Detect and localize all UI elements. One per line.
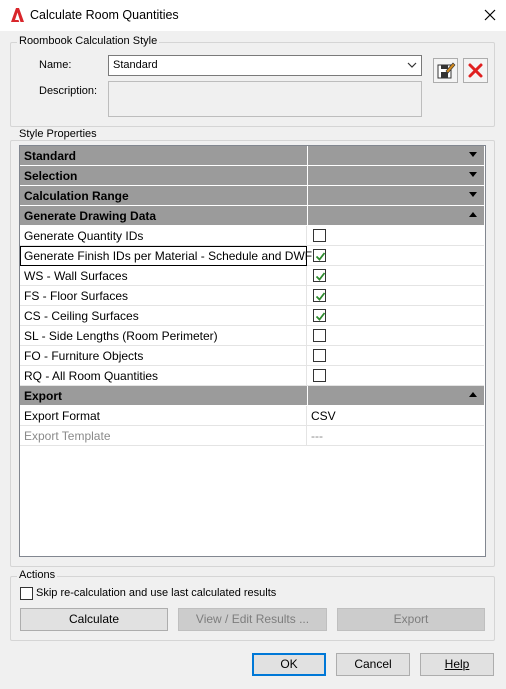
expand-down-icon[interactable] [469,192,477,198]
checkbox[interactable] [313,309,326,322]
export-button[interactable]: Export [337,608,485,631]
property-row-name[interactable]: FO - Furniture Objects [20,346,307,366]
save-edit-icon [437,62,456,79]
checkbox[interactable] [313,289,326,302]
title-bar: Calculate Room Quantities [0,0,506,31]
cancel-button[interactable]: Cancel [336,653,410,676]
skip-recalculation-checkbox[interactable] [20,587,33,600]
category-selection[interactable]: Selection [20,166,484,186]
checkmark-icon [315,272,326,281]
expand-down-icon[interactable] [469,152,477,158]
property-row-value[interactable] [307,246,484,266]
checkbox[interactable] [313,269,326,282]
property-row-value[interactable] [307,266,484,286]
checkmark-icon [315,252,326,261]
style-group-label: Roombook Calculation Style [17,35,160,47]
properties-group-label: Style Properties [17,128,99,140]
property-grid[interactable]: Standard Selection Calculation Range Gen… [19,145,486,557]
expand-down-icon[interactable] [469,172,477,178]
checkbox[interactable] [313,249,326,262]
collapse-up-icon[interactable] [469,392,477,398]
collapse-up-icon[interactable] [469,212,477,218]
property-row-value[interactable] [307,366,484,386]
column-divider [307,386,308,406]
property-row-name[interactable]: Generate Quantity IDs [20,226,307,246]
column-divider [307,186,308,206]
category-export[interactable]: Export [20,386,484,406]
style-name-combobox[interactable]: Standard [108,55,422,76]
property-row-value[interactable] [307,226,484,246]
calculate-button[interactable]: Calculate [20,608,168,631]
checkbox[interactable] [313,229,326,242]
actions-group-label: Actions [17,569,58,581]
category-label: Export [24,389,63,403]
style-name-value: Standard [113,59,158,71]
property-row-value-disabled: --- [307,426,484,446]
column-divider [307,166,308,186]
property-row-value[interactable] [307,286,484,306]
property-row-name[interactable]: CS - Ceiling Surfaces [20,306,307,326]
description-field [108,81,422,117]
category-label: Generate Drawing Data [24,209,157,223]
property-row-value[interactable] [307,346,484,366]
property-row-name[interactable]: FS - Floor Surfaces [20,286,307,306]
autocad-a-icon [9,7,25,23]
checkbox[interactable] [313,329,326,342]
property-row-name[interactable]: Export Format [20,406,307,426]
edit-style-button[interactable] [433,58,458,83]
window-title: Calculate Room Quantities [30,8,179,22]
property-row-name-selected[interactable]: Generate Finish IDs per Material - Sched… [20,246,312,266]
property-row-name[interactable]: RQ - All Room Quantities [20,366,307,386]
category-calculation-range[interactable]: Calculation Range [20,186,484,206]
help-button[interactable]: Help [420,653,494,676]
checkmark-icon [315,292,326,301]
checkmark-icon [315,312,326,321]
view-edit-results-button[interactable]: View / Edit Results ... [178,608,327,631]
category-label: Selection [24,169,78,183]
column-divider [307,206,308,226]
category-standard[interactable]: Standard [20,146,484,166]
category-label: Calculation Range [24,189,129,203]
skip-recalculation-label[interactable]: Skip re-calculation and use last calcula… [36,587,276,599]
property-row-name[interactable]: WS - Wall Surfaces [20,266,307,286]
delete-icon [468,63,483,78]
column-divider [307,146,308,166]
category-label: Standard [24,149,77,163]
description-label: Description: [39,85,98,97]
checkbox[interactable] [313,349,326,362]
property-row-value[interactable] [307,326,484,346]
property-row-value[interactable] [307,306,484,326]
chevron-down-icon[interactable] [405,57,419,73]
property-row-value[interactable]: CSV [307,406,484,426]
property-row-name[interactable]: SL - Side Lengths (Room Perimeter) [20,326,307,346]
category-generate-drawing-data[interactable]: Generate Drawing Data [20,206,484,226]
ok-button[interactable]: OK [252,653,326,676]
property-row-name-disabled: Export Template [20,426,307,446]
name-label: Name: [39,59,72,71]
close-icon[interactable] [480,5,500,25]
delete-style-button[interactable] [463,58,488,83]
checkbox[interactable] [313,369,326,382]
